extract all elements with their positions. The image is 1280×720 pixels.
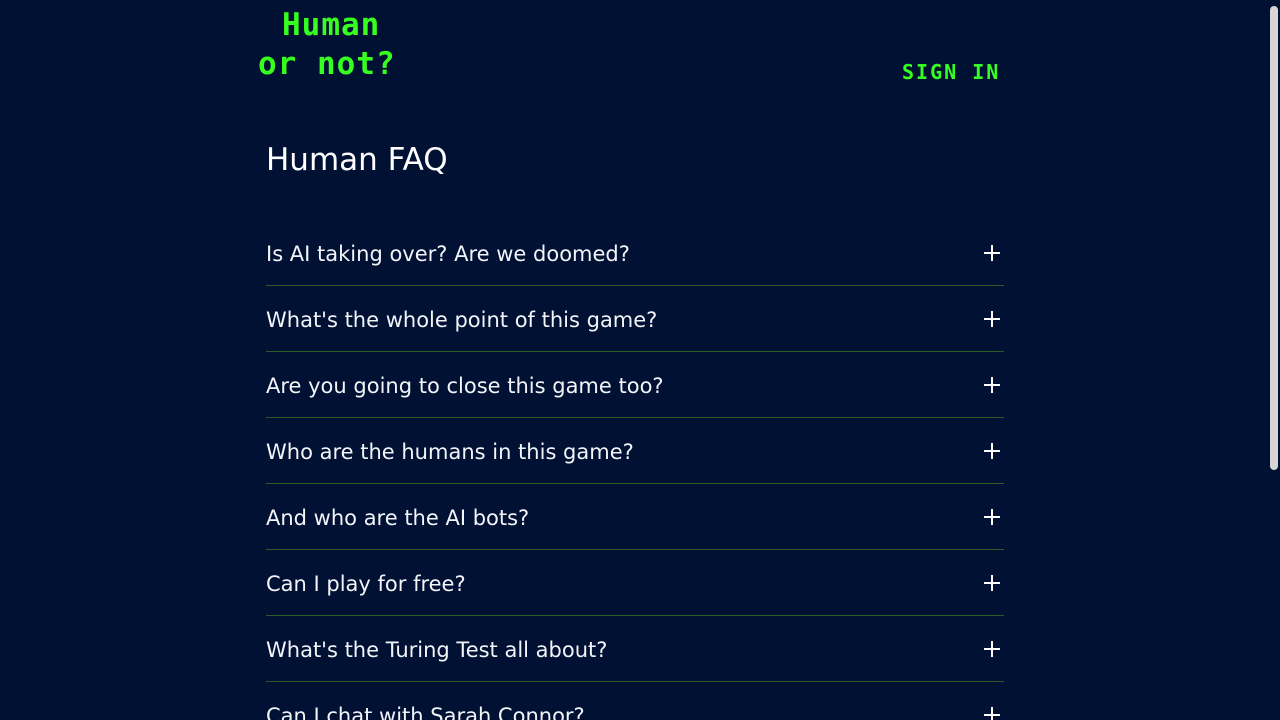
sign-in-button[interactable]: SIGN IN	[902, 60, 1000, 84]
faq-question: What's the Turing Test all about?	[266, 637, 608, 662]
faq-item[interactable]: Is AI taking over? Are we doomed?	[266, 220, 1004, 286]
plus-icon[interactable]	[984, 706, 1000, 720]
faq-item[interactable]: What's the whole point of this game?	[266, 286, 1004, 352]
faq-question: What's the whole point of this game?	[266, 307, 658, 332]
plus-icon[interactable]	[984, 574, 1000, 591]
faq-item[interactable]: Are you going to close this game too?	[266, 352, 1004, 418]
faq-question: Who are the humans in this game?	[266, 439, 634, 464]
logo[interactable]: Human or not?	[258, 6, 396, 84]
faq-question: Are you going to close this game too?	[266, 373, 664, 398]
plus-icon[interactable]	[984, 442, 1000, 459]
faq-question: And who are the AI bots?	[266, 505, 530, 530]
faq-question: Is AI taking over? Are we doomed?	[266, 241, 630, 266]
plus-icon[interactable]	[984, 640, 1000, 657]
faq-item[interactable]: What's the Turing Test all about?	[266, 616, 1004, 682]
scrollbar[interactable]	[1268, 0, 1280, 720]
faq-question: Can I play for free?	[266, 571, 466, 596]
plus-icon[interactable]	[984, 310, 1000, 327]
faq-item[interactable]: Who are the humans in this game?	[266, 418, 1004, 484]
scrollbar-thumb[interactable]	[1270, 6, 1278, 470]
faq-item[interactable]: And who are the AI bots?	[266, 484, 1004, 550]
plus-icon[interactable]	[984, 376, 1000, 393]
plus-icon[interactable]	[984, 244, 1000, 261]
faq-item[interactable]: Can I chat with Sarah Connor?	[266, 682, 1004, 720]
logo-line-2: or not?	[258, 46, 396, 82]
faq-item[interactable]: Can I play for free?	[266, 550, 1004, 616]
page-title: Human FAQ	[266, 142, 448, 178]
logo-line-1: Human	[282, 7, 381, 43]
faq-question: Can I chat with Sarah Connor?	[266, 703, 585, 720]
faq-list: Is AI taking over? Are we doomed? What's…	[266, 220, 1004, 720]
plus-icon[interactable]	[984, 508, 1000, 525]
